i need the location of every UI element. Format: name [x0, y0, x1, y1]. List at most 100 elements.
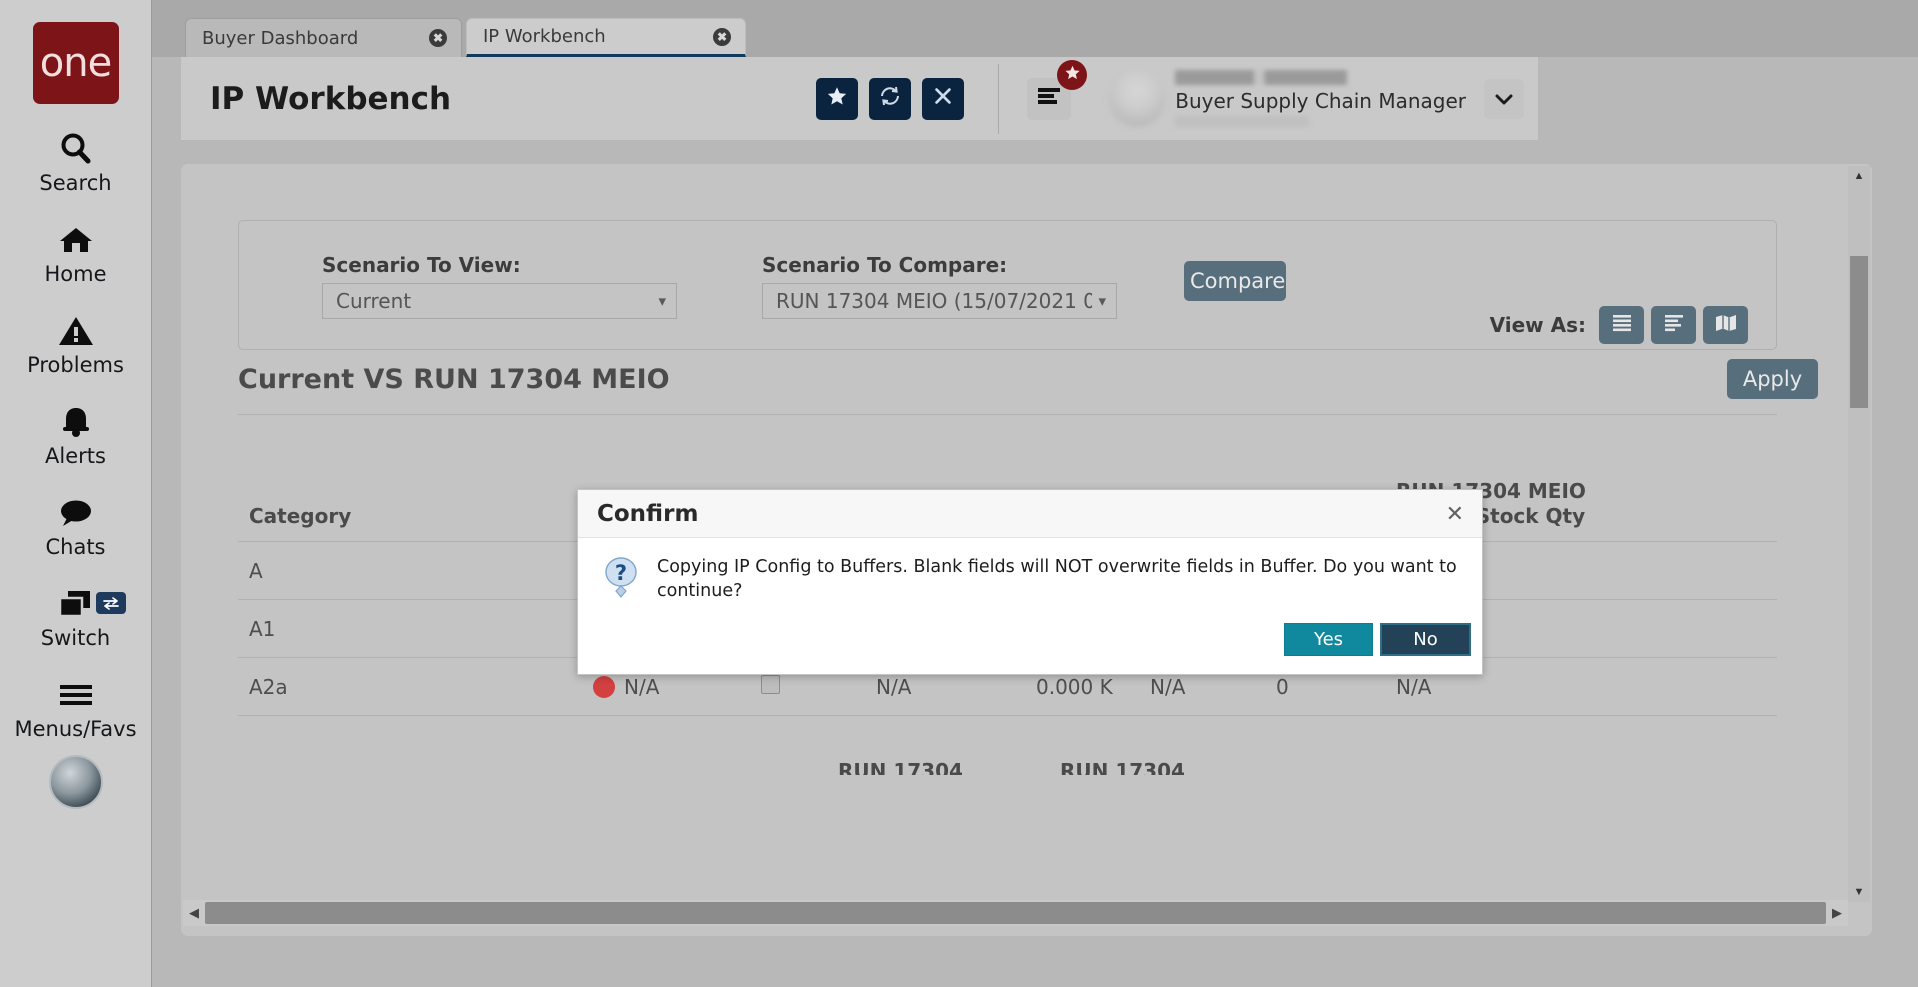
user-role: Buyer Supply Chain Manager: [1175, 89, 1466, 113]
one-logo[interactable]: one: [32, 22, 119, 104]
dialog-footer: Yes No: [1284, 623, 1471, 656]
view-as-map-button[interactable]: [1703, 306, 1748, 344]
tab-buyer-dashboard[interactable]: Buyer Dashboard ✖: [185, 18, 462, 57]
sidebar-item-search[interactable]: Search: [0, 129, 152, 195]
avatar[interactable]: [48, 755, 103, 809]
switch-toggle-badge[interactable]: [95, 592, 126, 614]
tab-ip-workbench[interactable]: IP Workbench ✖: [466, 18, 746, 57]
horizontal-scrollbar[interactable]: ◀ ▶: [183, 900, 1848, 926]
star-icon: [1064, 64, 1081, 86]
scenario-to-view-value: Current: [336, 289, 412, 313]
windows-stack-icon: [56, 584, 96, 624]
sidebar-label: Problems: [27, 353, 124, 377]
align-left-lines-icon: [1663, 313, 1685, 338]
cell-safety-stock-qty: N/A: [1396, 674, 1432, 699]
bell-icon: [59, 402, 93, 442]
clipped-header-2: RUN 17304: [1060, 759, 1185, 775]
chevron-down-icon[interactable]: [1484, 78, 1524, 119]
header-divider: [998, 63, 1000, 134]
user-menu[interactable]: Buyer Supply Chain Manager: [1109, 68, 1524, 130]
horizontal-scroll-thumb[interactable]: [205, 902, 1826, 924]
cell-category: A2a: [249, 674, 288, 699]
svg-text:?: ?: [615, 561, 627, 585]
yes-button[interactable]: Yes: [1284, 623, 1373, 656]
star-icon: [826, 85, 848, 112]
map-icon: [1714, 313, 1738, 338]
scroll-left-arrow-icon[interactable]: ◀: [183, 905, 205, 921]
view-as-grid-button[interactable]: [1599, 306, 1644, 344]
close-icon[interactable]: ✖: [713, 27, 731, 46]
dialog-message: Copying IP Config to Buffers. Blank fiel…: [657, 557, 1457, 601]
refresh-button[interactable]: [869, 77, 912, 120]
compare-button[interactable]: Compare: [1184, 261, 1286, 301]
left-nav-rail: one Search Home Problems Alerts Chats Sw…: [0, 0, 152, 987]
tab-label: Buyer Dashboard: [202, 27, 359, 49]
view-as-group: View As:: [1490, 306, 1748, 344]
sidebar-label: Home: [44, 262, 107, 286]
tab-strip: Buyer Dashboard ✖ IP Workbench ✖: [152, 0, 1918, 57]
apply-button[interactable]: Apply: [1727, 359, 1818, 399]
page-header: IP Workbench Buyer Supply Chain Manager: [181, 57, 1538, 140]
sidebar-label: Switch: [40, 626, 111, 650]
cell-fill-rate: N/A: [593, 675, 761, 699]
sidebar-item-menus-favs[interactable]: Menus/Favs: [0, 675, 152, 741]
row-checkbox[interactable]: [761, 674, 780, 694]
cell-col-b: N/A: [1150, 674, 1186, 699]
scenario-to-view-select[interactable]: Current ▾: [322, 283, 677, 319]
header-action-buttons: [816, 77, 965, 120]
view-as-list-button[interactable]: [1651, 306, 1696, 344]
close-button[interactable]: [922, 77, 965, 120]
view-as-label: View As:: [1489, 313, 1586, 337]
dialog-header: Confirm ✕: [578, 490, 1482, 538]
close-x-icon: [932, 85, 954, 112]
sidebar-item-switch[interactable]: Switch: [0, 584, 152, 650]
close-icon[interactable]: ✕: [1446, 502, 1464, 525]
sidebar-label: Alerts: [45, 444, 106, 468]
scroll-down-arrow-icon[interactable]: ▼: [1848, 882, 1870, 902]
chevron-down-icon: ▾: [1098, 292, 1106, 310]
scroll-up-arrow-icon[interactable]: ▲: [1848, 166, 1870, 186]
user-subtitle: [1175, 116, 1310, 127]
cell-fill-value: N/A: [624, 674, 660, 699]
favorite-button[interactable]: [816, 77, 859, 120]
warning-triangle-icon: [58, 311, 94, 351]
cell-change: N/A: [876, 674, 912, 699]
cell-checkbox[interactable]: [761, 674, 876, 699]
grid-lines-icon: [1611, 313, 1633, 338]
no-button[interactable]: No: [1380, 623, 1471, 656]
chevron-down-icon: ▾: [658, 292, 666, 310]
dialog-body: ? Copying IP Config to Buffers. Blank fi…: [578, 538, 1482, 603]
user-identity: Buyer Supply Chain Manager: [1175, 68, 1466, 130]
sidebar-item-chats[interactable]: Chats: [0, 493, 152, 559]
question-mark-icon: ?: [600, 555, 648, 603]
scroll-right-arrow-icon[interactable]: ▶: [1826, 905, 1848, 921]
cell-category: A1: [249, 616, 276, 641]
search-icon: [58, 129, 94, 169]
column-header-category: Category: [249, 504, 352, 528]
logo-text: one: [39, 40, 112, 86]
sidebar-item-alerts[interactable]: Alerts: [0, 402, 152, 468]
vertical-scroll-thumb[interactable]: [1850, 256, 1868, 408]
scenario-to-view-label: Scenario To View:: [322, 253, 521, 277]
sidebar-label: Menus/Favs: [14, 717, 137, 741]
page-title: IP Workbench: [210, 80, 452, 117]
scenario-to-compare-select[interactable]: RUN 17304 MEIO (15/07/2021 04:40 PM) ▾: [762, 283, 1117, 319]
vertical-scrollbar[interactable]: ▲ ▼: [1848, 166, 1870, 902]
status-dot-icon: [593, 675, 615, 698]
avatar[interactable]: [1109, 70, 1166, 127]
refresh-icon: [878, 84, 902, 113]
close-icon[interactable]: ✖: [429, 29, 447, 47]
sidebar-item-problems[interactable]: Problems: [0, 311, 152, 377]
user-name: [1175, 70, 1348, 85]
menus-button[interactable]: [1027, 59, 1088, 120]
scenario-to-compare-value: RUN 17304 MEIO (15/07/2021 04:40 PM): [776, 289, 1093, 313]
home-icon: [57, 220, 95, 260]
sidebar-item-home[interactable]: Home: [0, 220, 152, 286]
table-bottom-divider: [238, 715, 1777, 716]
hamburger-icon: [58, 675, 94, 715]
dialog-title: Confirm: [597, 500, 699, 527]
sidebar-label: Chats: [45, 535, 106, 559]
cell-col-c: 0: [1276, 674, 1289, 699]
cell-category: A: [249, 558, 263, 583]
scenario-to-compare-label: Scenario To Compare:: [762, 253, 1008, 277]
